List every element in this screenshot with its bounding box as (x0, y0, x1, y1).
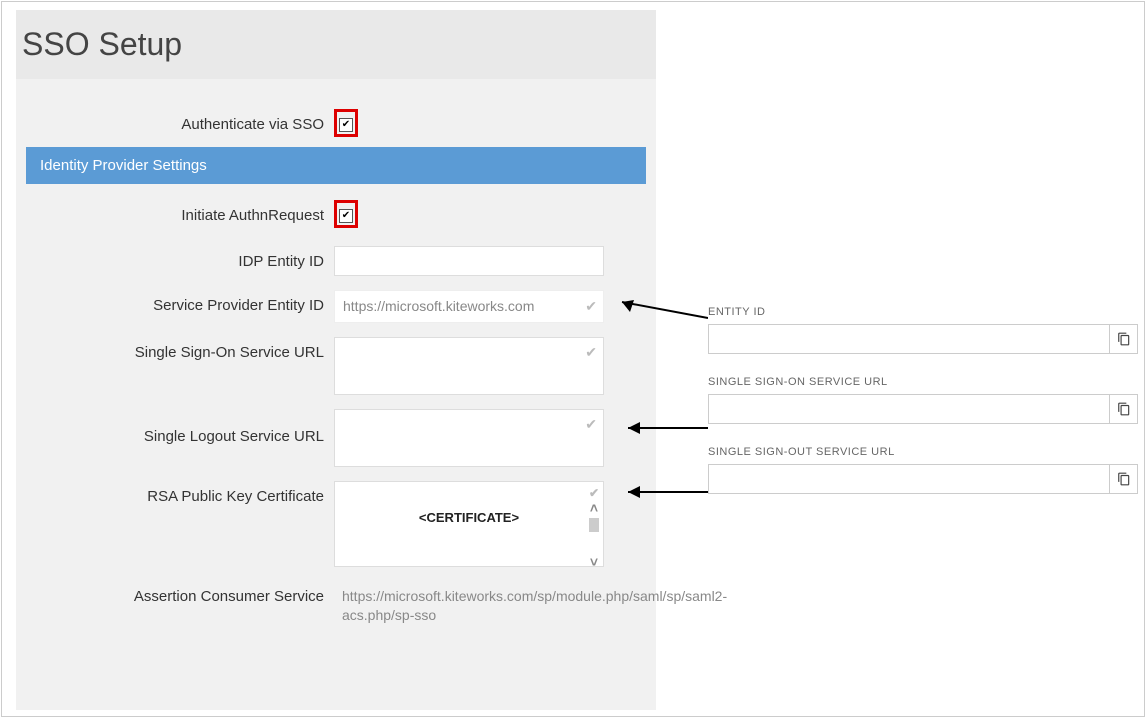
page-title: SSO Setup (16, 10, 656, 79)
rsa-cert-text: <CERTIFICATE> (419, 510, 519, 525)
ref-sso-input[interactable] (708, 394, 1110, 424)
copy-button[interactable] (1110, 464, 1138, 494)
mapping-arrow (608, 292, 708, 322)
mapping-arrow (616, 482, 708, 502)
scroll-thumb[interactable] (589, 518, 599, 532)
sso-setup-panel: SSO Setup Authenticate via SSO ✔ Identit… (16, 10, 656, 710)
copy-icon (1117, 472, 1131, 486)
slo-url-label: Single Logout Service URL (26, 409, 334, 447)
acs-value: https://microsoft.kiteworks.com/sp/modul… (334, 581, 604, 631)
idp-entity-input[interactable] (334, 246, 604, 276)
scroll-down-icon[interactable]: ˅ (590, 554, 598, 570)
copy-button[interactable] (1110, 394, 1138, 424)
valid-icon: ✔ (585, 344, 597, 361)
ref-slo-label: SINGLE SIGN-OUT SERVICE URL (708, 446, 1138, 458)
azure-reference-panel: ENTITY ID SINGLE SIGN-ON SERVICE URL SIN… (708, 306, 1138, 516)
idp-section-header: Identity Provider Settings (26, 147, 646, 184)
mapping-arrow (616, 418, 708, 438)
valid-icon: ✔ (585, 416, 597, 433)
copy-icon (1117, 332, 1131, 346)
idp-entity-label: IDP Entity ID (26, 246, 334, 272)
sso-url-label: Single Sign-On Service URL (26, 337, 334, 363)
initiate-checkbox-highlight: ✔ (334, 200, 358, 228)
acs-label: Assertion Consumer Service (26, 581, 334, 607)
authenticate-label: Authenticate via SSO (26, 109, 334, 135)
ref-slo-input[interactable] (708, 464, 1110, 494)
authenticate-checkbox-highlight: ✔ (334, 109, 358, 137)
ref-entity-input[interactable] (708, 324, 1110, 354)
ref-sso-label: SINGLE SIGN-ON SERVICE URL (708, 376, 1138, 388)
rsa-cert-input[interactable]: <CERTIFICATE> ✔ ˄ ˅ (334, 481, 604, 567)
copy-icon (1117, 402, 1131, 416)
sp-entity-value: https://microsoft.kiteworks.com ✔ (334, 290, 604, 323)
cert-scrollbar: ✔ ˄ ˅ (589, 486, 599, 570)
initiate-label: Initiate AuthnRequest (26, 200, 334, 226)
sp-entity-text: https://microsoft.kiteworks.com (343, 298, 534, 314)
scroll-up-icon[interactable]: ˄ (590, 500, 598, 516)
ref-entity-label: ENTITY ID (708, 306, 1138, 318)
valid-icon: ✔ (589, 486, 599, 500)
sp-entity-label: Service Provider Entity ID (26, 290, 334, 316)
slo-url-input[interactable]: ✔ (334, 409, 604, 467)
valid-icon: ✔ (585, 297, 597, 316)
initiate-checkbox[interactable]: ✔ (339, 209, 353, 223)
copy-button[interactable] (1110, 324, 1138, 354)
sso-url-input[interactable]: ✔ (334, 337, 604, 395)
rsa-label: RSA Public Key Certificate (26, 481, 334, 507)
authenticate-checkbox[interactable]: ✔ (339, 118, 353, 132)
